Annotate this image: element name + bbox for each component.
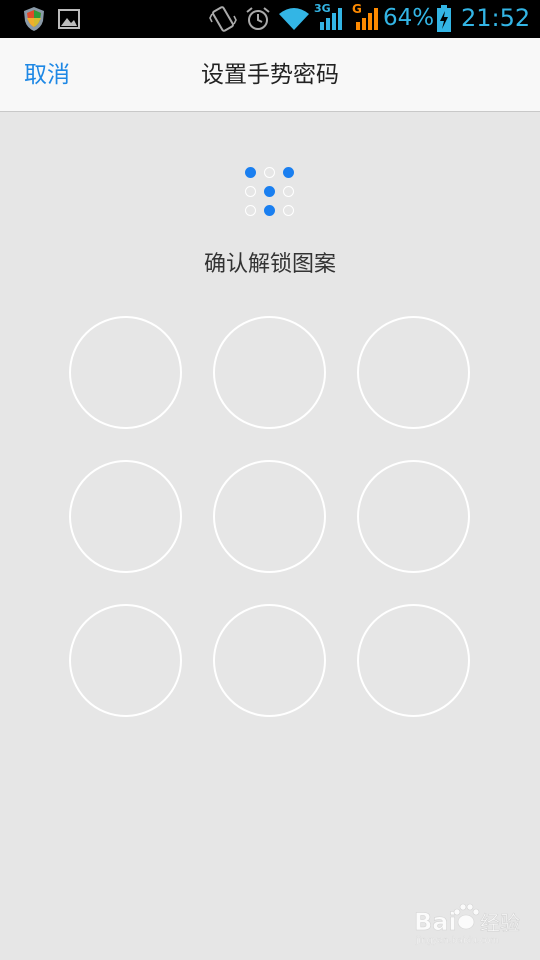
title-bar: 设置手势密码 取消 [0, 38, 540, 112]
watermark-subtext: jingyan.baidu.com [415, 936, 499, 946]
preview-dot-3 [283, 167, 294, 178]
preview-dot-5 [264, 186, 275, 197]
pattern-node-2[interactable] [213, 316, 326, 429]
preview-dot-2 [264, 167, 275, 178]
preview-dot-6 [283, 186, 294, 197]
shield-icon [24, 7, 44, 31]
paw-icon [453, 903, 480, 930]
alarm-icon [246, 7, 270, 30]
pattern-node-8[interactable] [213, 604, 326, 717]
page-title: 设置手势密码 [201, 62, 339, 88]
pattern-node-6[interactable] [357, 460, 470, 573]
pattern-node-3[interactable] [357, 316, 470, 429]
status-bar: 3G G 64% 21:52 [0, 0, 540, 38]
cancel-button[interactable]: 取消 [24, 38, 70, 112]
preview-dot-7 [245, 205, 256, 216]
battery-charging-icon [437, 5, 451, 32]
baidu-jingyan-watermark: Bai 经验 jingyan.baidu.com [414, 903, 520, 946]
pattern-node-4[interactable] [69, 460, 182, 573]
image-icon [58, 9, 80, 29]
pattern-node-1[interactable] [69, 316, 182, 429]
watermark-cn: 经验 [480, 911, 520, 935]
battery-percent: 64% [383, 5, 435, 31]
pattern-node-7[interactable] [69, 604, 182, 717]
watermark-latin: Bai [414, 908, 457, 936]
wifi-icon [279, 8, 309, 30]
preview-dot-9 [283, 205, 294, 216]
clock-time: 21:52 [461, 4, 531, 32]
preview-dot-4 [245, 186, 256, 197]
preview-dot-8 [264, 205, 275, 216]
preview-dot-1 [245, 167, 256, 178]
vibrate-icon [209, 6, 237, 32]
pattern-node-9[interactable] [357, 604, 470, 717]
pattern-node-5[interactable] [213, 460, 326, 573]
signal-3g-icon: 3G [314, 2, 344, 32]
confirm-pattern-prompt: 确认解锁图案 [203, 252, 336, 277]
signal-g-icon: G [350, 2, 380, 32]
pattern-preview [240, 162, 300, 222]
